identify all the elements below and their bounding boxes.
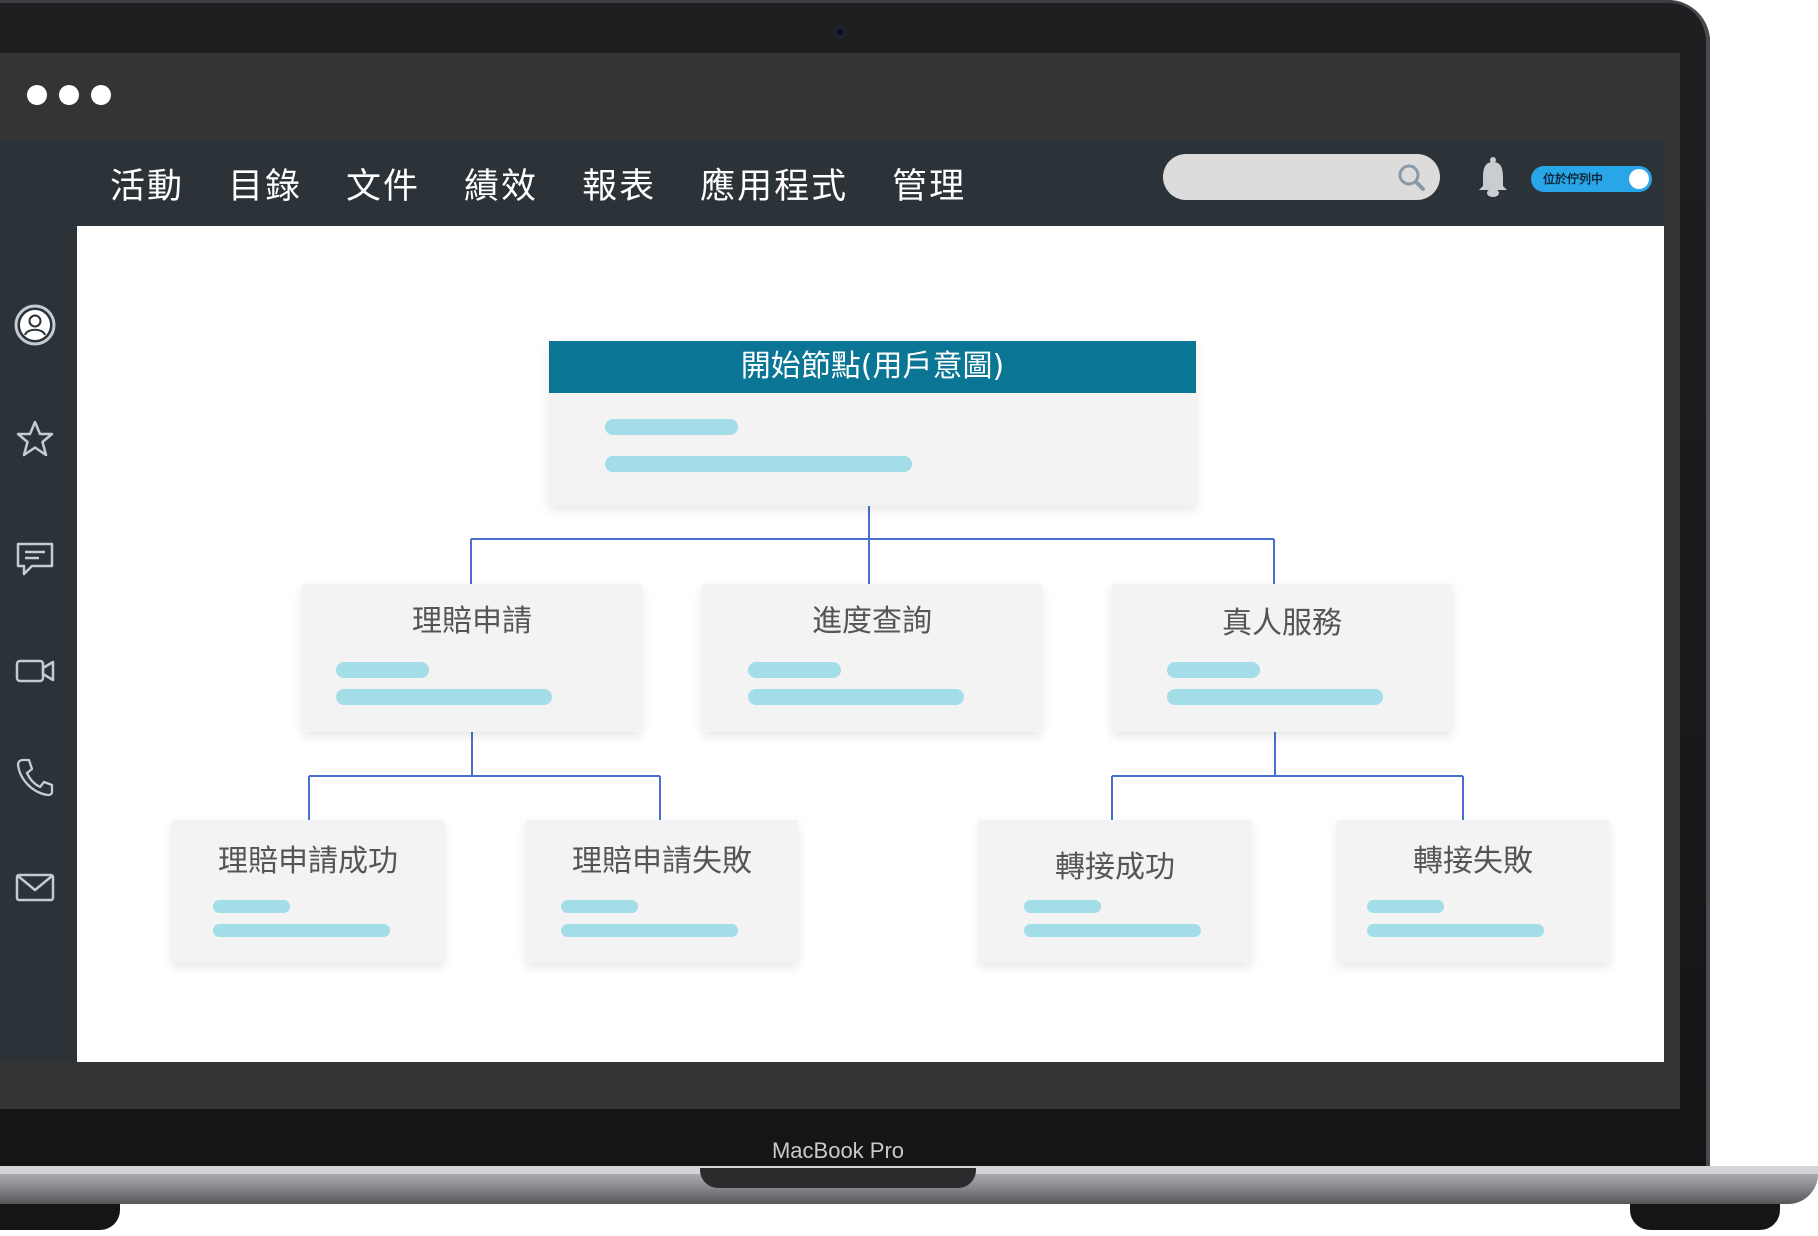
nav-item-applications[interactable]: 應用程式: [700, 158, 848, 209]
bell-icon[interactable]: [1476, 156, 1510, 198]
connector-agent-children: [1111, 732, 1464, 820]
placeholder-bar: [1167, 662, 1260, 678]
flow-node-transfer-failure[interactable]: 轉接失敗: [1337, 820, 1609, 963]
nav-item-reports[interactable]: 報表: [582, 158, 656, 209]
toggle-label: 位於佇列中: [1543, 172, 1604, 186]
node-title: 轉接成功: [1055, 850, 1175, 885]
nav-item-activity[interactable]: 活動: [110, 158, 184, 209]
placeholder-bar: [1167, 689, 1383, 705]
chat-icon[interactable]: [14, 538, 56, 580]
user-icon[interactable]: [14, 304, 56, 346]
queue-status-toggle[interactable]: 位於佇列中: [1531, 166, 1652, 192]
main-menu: 活動 目錄 文件 績效 報表 應用程式 管理: [110, 140, 966, 226]
placeholder-bar: [561, 924, 738, 937]
placeholder-bar: [561, 900, 638, 913]
search-input[interactable]: [1181, 162, 1385, 194]
screen-bottom-bezel: [0, 1062, 1680, 1109]
nav-item-admin[interactable]: 管理: [892, 158, 966, 209]
video-icon[interactable]: [14, 650, 56, 692]
laptop-foot: [1630, 1204, 1780, 1230]
placeholder-bar: [213, 900, 290, 913]
node-title: 轉接失敗: [1413, 844, 1533, 879]
placeholder-bar: [1024, 924, 1201, 937]
laptop-foot: [0, 1204, 120, 1230]
root-node-title: 開始節點(用戶意圖): [549, 341, 1196, 393]
window-dot[interactable]: [59, 85, 79, 105]
placeholder-bar: [213, 924, 390, 937]
node-title: 進度查詢: [812, 604, 932, 639]
nav-item-documents[interactable]: 文件: [346, 158, 420, 209]
camera: [836, 28, 844, 36]
connector-root-level1: [470, 506, 1275, 584]
nav-item-catalog[interactable]: 目錄: [228, 158, 302, 209]
node-title: 真人服務: [1222, 606, 1342, 641]
placeholder-bar: [605, 419, 738, 435]
flow-node-progress[interactable]: 進度查詢: [702, 584, 1042, 732]
flow-node-claim-failure[interactable]: 理賠申請失敗: [526, 820, 798, 963]
placeholder-bar: [336, 662, 429, 678]
placeholder-bar: [1024, 900, 1101, 913]
placeholder-bar: [748, 662, 841, 678]
flow-canvas: 開始節點(用戶意圖) 理賠申請 進度查詢 真人服務 理賠申請成功 理賠申請失敗 …: [77, 226, 1664, 1062]
window-controls[interactable]: [27, 85, 111, 105]
mail-icon[interactable]: [14, 866, 56, 908]
window-dot[interactable]: [27, 85, 47, 105]
placeholder-bar: [1367, 900, 1444, 913]
laptop-opening-notch: [700, 1168, 976, 1188]
flow-node-claim-success[interactable]: 理賠申請成功: [172, 820, 444, 963]
flow-node-root[interactable]: 開始節點(用戶意圖): [549, 341, 1196, 506]
search-icon[interactable]: [1396, 162, 1426, 192]
phone-icon[interactable]: [14, 756, 56, 798]
nav-item-performance[interactable]: 績效: [464, 158, 538, 209]
search-box[interactable]: [1163, 154, 1440, 200]
placeholder-bar: [1367, 924, 1544, 937]
node-title: 理賠申請失敗: [572, 844, 752, 879]
node-title: 理賠申請: [412, 604, 532, 639]
flow-node-agent[interactable]: 真人服務: [1112, 584, 1452, 732]
placeholder-bar: [336, 689, 552, 705]
placeholder-bar: [748, 689, 964, 705]
sidebar: [0, 226, 77, 1062]
device-brand-label: MacBook Pro: [771, 1138, 905, 1163]
star-icon[interactable]: [14, 418, 56, 460]
placeholder-bar: [605, 456, 912, 472]
connector-claim-children: [308, 732, 661, 820]
node-title: 理賠申請成功: [218, 844, 398, 879]
flow-node-claim[interactable]: 理賠申請: [302, 584, 642, 732]
window-dot[interactable]: [91, 85, 111, 105]
toggle-knob[interactable]: [1629, 169, 1649, 189]
flow-node-transfer-success[interactable]: 轉接成功: [979, 820, 1251, 963]
